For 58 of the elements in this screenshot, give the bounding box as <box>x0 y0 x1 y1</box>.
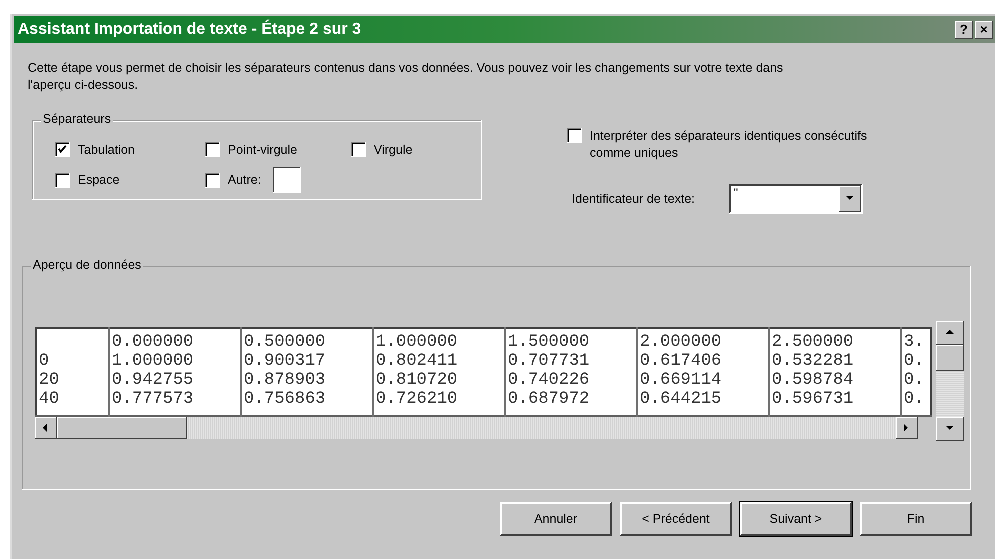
table-cell: 0.942755 <box>109 371 241 390</box>
table-cell: 0.617406 <box>637 352 769 371</box>
table-cell: 0.802411 <box>373 352 505 371</box>
checkbox[interactable] <box>205 142 220 157</box>
scrollbar-thumb[interactable] <box>936 345 964 371</box>
checkbox-label: Interpréter des séparateurs identiques consécutifs comme uniques <box>590 128 868 162</box>
checkbox-label: Espace <box>78 173 120 187</box>
close-button[interactable]: × <box>975 20 993 38</box>
table-cell: 40 <box>36 390 109 416</box>
dialog-button[interactable]: Fin <box>860 502 972 536</box>
checkbox[interactable] <box>205 172 220 188</box>
description-text: Cette étape vous permet de choisir les séparateurs contenus dans vos données. Vous pouvez voir les changements sur votre texte dans l'aperçu ci-dessous. <box>28 60 784 94</box>
group-title: Aperçu de données <box>31 258 144 272</box>
table-cell: 2.000000 <box>637 328 769 352</box>
table-cell: 0.598784 <box>769 371 901 390</box>
checkbox[interactable] <box>55 142 70 157</box>
table-cell: 0.707731 <box>505 352 637 371</box>
vertical-scrollbar[interactable] <box>936 321 964 441</box>
checkbox-label: Autre: <box>228 173 262 187</box>
table-cell: 3. <box>901 328 931 352</box>
down-arrow-icon <box>946 425 954 433</box>
checkbox-label: Point-virgule <box>228 142 298 156</box>
down-arrow-icon <box>846 195 854 203</box>
table-cell: 1.000000 <box>109 352 241 371</box>
table-cell: 0.810720 <box>373 371 505 390</box>
table-cell: 0.878903 <box>241 371 373 390</box>
table-cell: 0.669114 <box>637 371 769 390</box>
checkbox[interactable] <box>351 142 366 157</box>
left-arrow-icon <box>42 424 50 432</box>
table-cell: 0.000000 <box>109 328 241 352</box>
dialog-button[interactable]: Annuler <box>500 502 612 536</box>
checkbox[interactable] <box>567 128 582 143</box>
other-input-field[interactable] <box>273 167 302 193</box>
up-arrow-icon <box>946 329 954 337</box>
table-cell: 2.500000 <box>769 328 901 352</box>
horizontal-scrollbar[interactable] <box>35 417 918 439</box>
table-cell: 0. <box>901 352 931 371</box>
table-cell: 1.500000 <box>505 328 637 352</box>
help-button[interactable]: ? <box>955 20 973 38</box>
dialog-button[interactable]: Suivant > <box>740 502 852 536</box>
checkbox-label: Virgule <box>374 142 413 156</box>
checkbox[interactable] <box>55 172 70 188</box>
scrollbar-thumb[interactable] <box>57 417 187 439</box>
table-cell: 0 <box>36 352 109 371</box>
table-cell: 0.740226 <box>505 371 637 390</box>
table-cell: 1.000000 <box>373 328 505 352</box>
window-title: Assistant Importation de texte - Étape 2 sur 3 <box>18 20 362 38</box>
field-label: Identificateur de texte: <box>572 192 695 206</box>
checkbox-label: Tabulation <box>78 142 135 156</box>
table-cell: 0.532281 <box>769 352 901 371</box>
table-cell: 0.500000 <box>241 328 373 352</box>
table-cell: 0. <box>901 371 931 390</box>
table-cell: 0.900317 <box>241 352 373 371</box>
table-cell: 20 <box>36 371 109 390</box>
dialog-button[interactable]: < Précédent <box>620 502 732 536</box>
qualifier-dropdown[interactable]: " <box>729 184 863 214</box>
group-title: Séparateurs <box>41 112 114 126</box>
right-arrow-icon <box>903 424 911 432</box>
